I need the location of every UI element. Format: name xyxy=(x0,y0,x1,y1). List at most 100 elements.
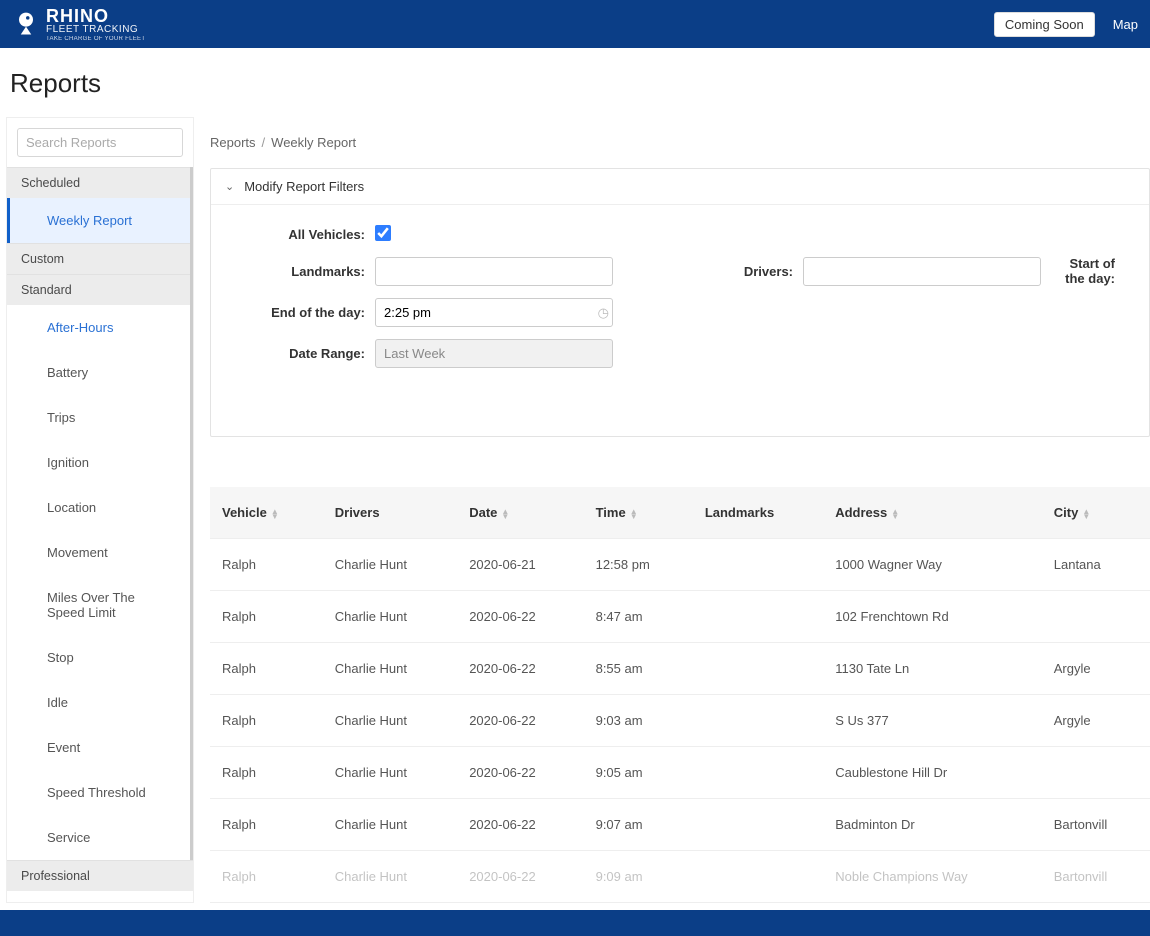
cell-city xyxy=(1042,591,1150,643)
col-vehicle[interactable]: Vehicle▲▼ xyxy=(210,487,323,539)
brand-text: RHINO FLEET TRACKING TAKE CHARGE OF YOUR… xyxy=(46,7,145,42)
cell-vehicle: Ralph xyxy=(210,643,323,695)
topbar: RHINO FLEET TRACKING TAKE CHARGE OF YOUR… xyxy=(0,0,1150,48)
cell-city: Bartonvill xyxy=(1042,799,1150,851)
crumb-root[interactable]: Reports xyxy=(210,135,256,150)
drivers-label: Drivers: xyxy=(623,264,803,279)
cell-city xyxy=(1042,747,1150,799)
all-vehicles-checkbox[interactable] xyxy=(375,225,391,241)
table-row[interactable]: RalphCharlie Hunt2020-06-229:05 amCauble… xyxy=(210,747,1150,799)
crumb-current: Weekly Report xyxy=(271,135,356,150)
page-title: Reports xyxy=(0,48,1150,117)
rhino-icon xyxy=(12,10,40,38)
main-content: Reports/Weekly Report ⌄ Modify Report Fi… xyxy=(194,117,1150,903)
cell-address: S Us 377 xyxy=(823,695,1042,747)
section-custom[interactable]: Custom xyxy=(7,243,190,274)
cell-time: 9:09 am xyxy=(584,851,693,903)
cell-vehicle: Ralph xyxy=(210,591,323,643)
sidebar-item-movement[interactable]: Movement xyxy=(7,530,190,575)
report-table: Vehicle▲▼ Drivers Date▲▼ Time▲▼ Landmark… xyxy=(210,487,1150,903)
cell-landmarks xyxy=(693,747,823,799)
table-row[interactable]: RalphCharlie Hunt2020-06-229:09 am Noble … xyxy=(210,851,1150,903)
cell-vehicle: Ralph xyxy=(210,851,323,903)
sidebar-item-stop[interactable]: Stop xyxy=(7,635,190,680)
cell-vehicle: Ralph xyxy=(210,799,323,851)
sidebar-item-after-hours[interactable]: After-Hours xyxy=(7,305,190,350)
col-city[interactable]: City▲▼ xyxy=(1042,487,1150,539)
table-row[interactable]: RalphCharlie Hunt2020-06-2112:58 pm1000 … xyxy=(210,539,1150,591)
all-vehicles-label: All Vehicles: xyxy=(235,227,375,242)
cell-address: Noble Champions Way xyxy=(823,851,1042,903)
cell-time: 8:55 am xyxy=(584,643,693,695)
landmarks-input[interactable] xyxy=(375,257,613,286)
brand-name: RHINO xyxy=(46,7,145,25)
col-address[interactable]: Address▲▼ xyxy=(823,487,1042,539)
section-professional[interactable]: Professional xyxy=(7,860,193,891)
sort-icon: ▲▼ xyxy=(630,509,638,519)
col-time[interactable]: Time▲▼ xyxy=(584,487,693,539)
report-table-wrap: Vehicle▲▼ Drivers Date▲▼ Time▲▼ Landmark… xyxy=(210,487,1150,903)
start-of-day-label: Start of the day: xyxy=(1051,256,1125,286)
date-range-label: Date Range: xyxy=(235,346,375,361)
end-of-day-input[interactable] xyxy=(375,298,613,327)
cell-landmarks xyxy=(693,695,823,747)
cell-address: 1000 Wagner Way xyxy=(823,539,1042,591)
cell-time: 12:58 pm xyxy=(584,539,693,591)
cell-date: 2020-06-22 xyxy=(457,851,583,903)
cell-time: 8:47 am xyxy=(584,591,693,643)
cell-landmarks xyxy=(693,539,823,591)
cell-drivers: Charlie Hunt xyxy=(323,851,457,903)
sidebar-item-idle[interactable]: Idle xyxy=(7,680,190,725)
sidebar-item-location[interactable]: Location xyxy=(7,485,190,530)
sidebar-item-event[interactable]: Event xyxy=(7,725,190,770)
landmarks-label: Landmarks: xyxy=(235,264,375,279)
cell-drivers: Charlie Hunt xyxy=(323,539,457,591)
topbar-right: Coming Soon Map xyxy=(994,12,1138,37)
date-range-input[interactable] xyxy=(375,339,613,368)
table-row[interactable]: RalphCharlie Hunt2020-06-228:47 am102 Fr… xyxy=(210,591,1150,643)
col-landmarks[interactable]: Landmarks xyxy=(693,487,823,539)
section-standard[interactable]: Standard xyxy=(7,274,190,305)
search-input[interactable] xyxy=(17,128,183,157)
cell-date: 2020-06-22 xyxy=(457,747,583,799)
cell-address: 102 Frenchtown Rd xyxy=(823,591,1042,643)
map-link[interactable]: Map xyxy=(1113,17,1138,32)
cell-address: Caublestone Hill Dr xyxy=(823,747,1042,799)
sidebar-item-ignition[interactable]: Ignition xyxy=(7,440,190,485)
sidebar-item-speed-threshold[interactable]: Speed Threshold xyxy=(7,770,190,815)
cell-address: Badminton Dr xyxy=(823,799,1042,851)
sidebar: Scheduled Weekly Report Custom Standard … xyxy=(6,117,194,903)
drivers-input[interactable] xyxy=(803,257,1041,286)
section-scheduled[interactable]: Scheduled xyxy=(7,167,190,198)
sidebar-item-trips[interactable]: Trips xyxy=(7,395,190,440)
cell-address: 1130 Tate Ln xyxy=(823,643,1042,695)
filters-panel: ⌄ Modify Report Filters All Vehicles: La… xyxy=(210,168,1150,437)
clock-icon: ◷ xyxy=(598,305,609,321)
cell-date: 2020-06-22 xyxy=(457,695,583,747)
sort-icon: ▲▼ xyxy=(891,509,899,519)
cell-vehicle: Ralph xyxy=(210,695,323,747)
filters-toggle[interactable]: ⌄ Modify Report Filters xyxy=(211,169,1149,205)
col-drivers[interactable]: Drivers xyxy=(323,487,457,539)
brand-sub: FLEET TRACKING xyxy=(46,25,145,35)
table-row[interactable]: RalphCharlie Hunt2020-06-229:03 amS Us 3… xyxy=(210,695,1150,747)
coming-soon-button[interactable]: Coming Soon xyxy=(994,12,1095,37)
cell-city: Lantana xyxy=(1042,539,1150,591)
cell-drivers: Charlie Hunt xyxy=(323,799,457,851)
table-row[interactable]: RalphCharlie Hunt2020-06-229:07 amBadmin… xyxy=(210,799,1150,851)
brand-logo[interactable]: RHINO FLEET TRACKING TAKE CHARGE OF YOUR… xyxy=(12,7,145,42)
table-row[interactable]: RalphCharlie Hunt2020-06-228:55 am1130 T… xyxy=(210,643,1150,695)
sidebar-item-miles-over[interactable]: Miles Over The Speed Limit xyxy=(7,575,190,635)
cell-landmarks xyxy=(693,591,823,643)
col-date[interactable]: Date▲▼ xyxy=(457,487,583,539)
cell-city: Argyle xyxy=(1042,695,1150,747)
sidebar-item-battery[interactable]: Battery xyxy=(7,350,190,395)
cell-date: 2020-06-22 xyxy=(457,643,583,695)
chevron-down-icon: ⌄ xyxy=(225,180,234,193)
brand-tag: TAKE CHARGE OF YOUR FLEET xyxy=(46,36,145,42)
sidebar-item-service[interactable]: Service xyxy=(7,815,190,860)
cell-city: Argyle xyxy=(1042,643,1150,695)
sidebar-item-weekly-report[interactable]: Weekly Report xyxy=(7,198,190,243)
breadcrumb: Reports/Weekly Report xyxy=(210,121,1150,168)
cell-vehicle: Ralph xyxy=(210,747,323,799)
